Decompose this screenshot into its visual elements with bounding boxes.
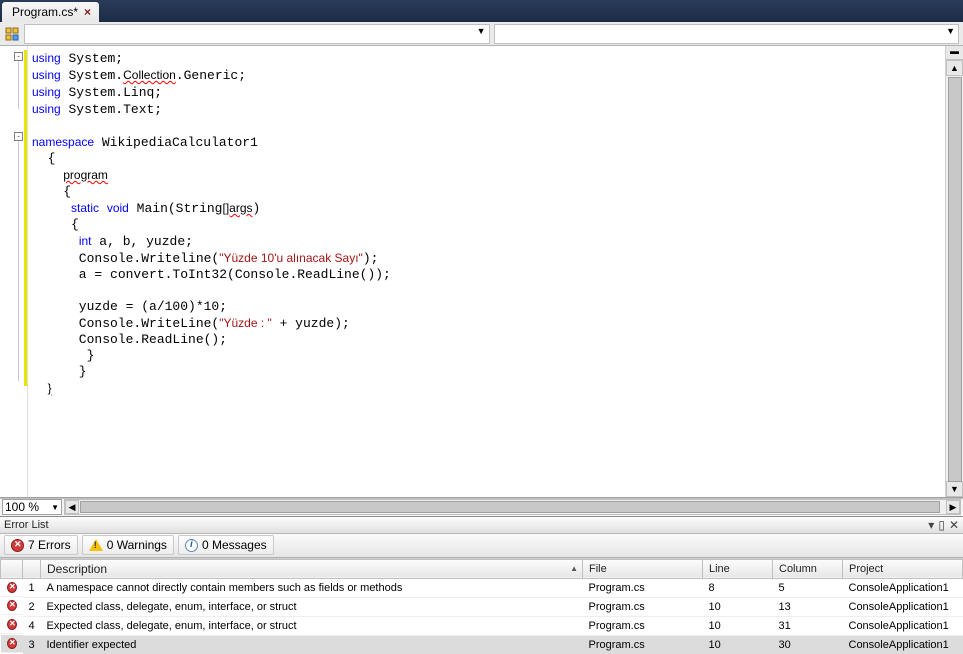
scroll-left-icon[interactable]: ◀: [65, 500, 79, 514]
row-number: 3: [23, 635, 41, 654]
error-list-titlebar: Error List ▾ ▯ ✕: [0, 516, 963, 534]
row-description: A namespace cannot directly contain memb…: [41, 578, 583, 597]
info-icon: [185, 539, 198, 552]
messages-filter-button[interactable]: 0 Messages: [178, 535, 274, 555]
modified-marker: [24, 50, 27, 386]
error-icon: [7, 600, 17, 611]
row-file: Program.cs: [583, 635, 703, 654]
row-line: 10: [703, 635, 773, 654]
scroll-right-icon[interactable]: ▶: [946, 500, 960, 514]
scroll-down-icon[interactable]: ▼: [946, 481, 963, 497]
row-column: 5: [773, 578, 843, 597]
editor-footer: 100 % ▼ ◀ ▶: [0, 498, 963, 516]
col-project[interactable]: Project: [843, 559, 963, 578]
error-icon: [7, 582, 17, 593]
scroll-thumb[interactable]: [948, 77, 962, 482]
row-column: 31: [773, 616, 843, 635]
row-line: 10: [703, 616, 773, 635]
row-icon-cell: [1, 635, 23, 653]
zoom-combo[interactable]: 100 % ▼: [2, 499, 62, 515]
vertical-scrollbar[interactable]: ▬ ▲ ▼: [945, 46, 963, 497]
chevron-down-icon: ▼: [51, 503, 59, 512]
errors-filter-button[interactable]: 7 Errors: [4, 535, 78, 555]
warnings-filter-button[interactable]: 0 Warnings: [82, 535, 174, 555]
col-line[interactable]: Line: [703, 559, 773, 578]
row-number: 2: [23, 597, 41, 616]
error-list-toolbar: 7 Errors 0 Warnings 0 Messages: [0, 534, 963, 558]
code-editor[interactable]: - - using System; using System.Collectio…: [0, 46, 963, 498]
warning-icon: [89, 539, 103, 551]
pin-icon[interactable]: ▯: [938, 518, 945, 532]
row-icon-cell: [1, 616, 23, 634]
row-project: ConsoleApplication1: [843, 597, 963, 616]
error-icon: [7, 638, 17, 649]
row-number: 1: [23, 578, 41, 597]
row-project: ConsoleApplication1: [843, 578, 963, 597]
row-file: Program.cs: [583, 616, 703, 635]
row-description: Expected class, delegate, enum, interfac…: [41, 597, 583, 616]
table-row[interactable]: 2Expected class, delegate, enum, interfa…: [1, 597, 963, 616]
panel-title: Error List: [4, 519, 49, 531]
error-table: Description▲ File Line Column Project 1A…: [0, 559, 963, 654]
document-tabbar: Program.cs* ×: [0, 0, 963, 22]
outline-toggle-icon[interactable]: -: [14, 52, 23, 61]
row-file: Program.cs: [583, 597, 703, 616]
table-row[interactable]: 3Identifier expectedProgram.cs1030Consol…: [1, 635, 963, 654]
tab-program-cs[interactable]: Program.cs* ×: [2, 2, 99, 22]
object-browser-icon[interactable]: [4, 26, 20, 42]
warnings-count-label: 0 Warnings: [107, 538, 167, 552]
row-line: 8: [703, 578, 773, 597]
row-icon-cell: [1, 579, 23, 597]
col-column[interactable]: Column: [773, 559, 843, 578]
table-row[interactable]: 4Expected class, delegate, enum, interfa…: [1, 616, 963, 635]
navigation-bar: ▼ ▼: [0, 22, 963, 46]
row-file: Program.cs: [583, 578, 703, 597]
row-column: 13: [773, 597, 843, 616]
row-description: Expected class, delegate, enum, interfac…: [41, 616, 583, 635]
outline-toggle-icon[interactable]: -: [14, 132, 23, 141]
row-description: Identifier expected: [41, 635, 583, 654]
messages-count-label: 0 Messages: [202, 538, 267, 552]
code-text[interactable]: using System; using System.Collection.Ge…: [28, 46, 945, 497]
col-icon[interactable]: [1, 559, 23, 578]
type-dropdown[interactable]: ▼: [24, 24, 490, 44]
col-file[interactable]: File: [583, 559, 703, 578]
table-header-row: Description▲ File Line Column Project: [1, 559, 963, 578]
close-icon[interactable]: ×: [84, 5, 91, 19]
table-row[interactable]: 1A namespace cannot directly contain mem…: [1, 578, 963, 597]
col-num[interactable]: [23, 559, 41, 578]
close-icon[interactable]: ✕: [949, 518, 959, 532]
sort-asc-icon: ▲: [570, 564, 578, 573]
row-icon-cell: [1, 597, 23, 615]
hscroll-thumb[interactable]: [80, 501, 940, 513]
zoom-value: 100 %: [5, 500, 39, 514]
split-icon[interactable]: ▬: [946, 46, 963, 59]
error-list-grid[interactable]: Description▲ File Line Column Project 1A…: [0, 558, 963, 654]
row-line: 10: [703, 597, 773, 616]
outline-gutter: - -: [0, 46, 28, 497]
scroll-up-icon[interactable]: ▲: [946, 60, 963, 76]
error-icon: [7, 619, 17, 630]
window-position-icon[interactable]: ▾: [928, 518, 934, 532]
tab-title: Program.cs*: [12, 5, 78, 19]
row-project: ConsoleApplication1: [843, 616, 963, 635]
member-dropdown[interactable]: ▼: [494, 24, 960, 44]
row-number: 4: [23, 616, 41, 635]
row-column: 30: [773, 635, 843, 654]
error-icon: [11, 539, 24, 552]
row-project: ConsoleApplication1: [843, 635, 963, 654]
horizontal-scrollbar[interactable]: ◀ ▶: [64, 499, 961, 515]
errors-count-label: 7 Errors: [28, 538, 71, 552]
col-description[interactable]: Description▲: [41, 559, 583, 578]
